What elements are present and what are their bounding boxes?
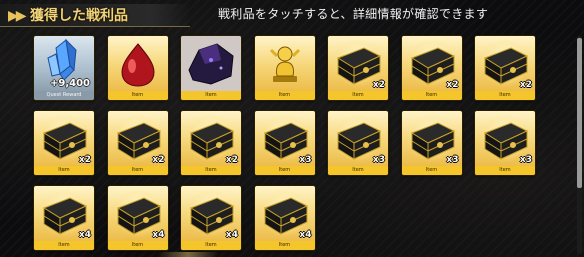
item-type-label: Item [352,92,364,98]
item-quantity: x3 [372,155,385,165]
loot-grid: Quest Reward +9,400 Item Item Item Item … [34,36,574,257]
item-quantity: x4 [78,230,91,240]
item-type-label: Item [131,242,144,248]
loot-item-dark-gem[interactable]: Item [181,36,241,100]
loot-item-chest[interactable]: Item x4 [34,186,94,250]
item-quantity: x2 [152,155,165,165]
double-chevron-icon: ▶▶ [8,8,26,24]
item-quantity: x4 [225,230,238,240]
item-type-label: Item [425,167,438,173]
loot-item-crystal[interactable]: Quest Reward +9,400 [34,36,94,100]
item-quantity: x3 [299,155,312,165]
item-quantity: x2 [519,80,532,90]
scrollbar-thumb[interactable] [577,38,582,188]
item-type-label: Item [205,167,217,173]
loot-item-chest[interactable]: Item x3 [475,111,535,175]
item-type-label: Item [278,92,291,98]
loot-item-chest[interactable]: Item x2 [181,111,241,175]
item-quantity: x2 [78,155,91,165]
tap-hint: 戦利品をタッチすると、詳細情報が確認できます [218,7,489,21]
item-quantity: x4 [152,230,165,240]
page-title: 獲得した戦利品 [30,8,128,24]
item-type-label: Item [352,167,364,173]
loot-item-chest[interactable]: Item x3 [254,111,315,175]
item-type-label: Item [499,167,511,173]
loot-item-chest[interactable]: Item x4 [181,186,241,250]
item-type-label: Item [58,167,70,173]
loot-item-chest[interactable]: Item x4 [107,186,168,250]
item-quantity: x3 [519,155,532,165]
red-drop-icon [108,36,168,91]
loot-item-chest[interactable]: Item x2 [107,111,168,175]
item-type-label: Quest Reward [46,92,82,98]
item-type-label: Item [58,242,70,248]
item-quantity: x2 [372,80,385,90]
item-type-label: Item [499,92,511,98]
loot-item-chest[interactable]: Item x2 [328,36,388,100]
bottom-ornament [158,252,218,257]
item-type-label: Item [131,167,144,173]
reward-amount: +9,400 [49,78,90,89]
gold-statue-icon [255,36,315,91]
item-type-label: Item [205,92,217,98]
loot-item-chest[interactable]: Item x3 [328,111,388,175]
item-quantity: x3 [446,155,459,165]
header-tab: ▶▶ 獲得した戦利品 [0,4,190,27]
item-type-label: Item [205,242,217,248]
loot-item-gold-statue[interactable]: Item [254,36,315,100]
loot-item-red-drop[interactable]: Item [107,36,168,100]
item-quantity: x2 [225,155,238,165]
item-type-label: Item [131,92,144,98]
loot-item-chest[interactable]: Item x4 [254,186,315,250]
dark-gem-icon [181,36,241,91]
item-quantity: x4 [299,230,312,240]
item-type-label: Item [425,92,438,98]
loot-item-chest[interactable]: Item x3 [401,111,462,175]
header: ▶▶ 獲得した戦利品 戦利品をタッチすると、詳細情報が確認できます [0,0,584,34]
item-quantity: x2 [446,80,459,90]
loot-item-chest[interactable]: Item x2 [401,36,462,100]
loot-item-chest[interactable]: Item x2 [475,36,535,100]
loot-item-chest[interactable]: Item x2 [34,111,94,175]
item-type-label: Item [278,242,291,248]
item-type-label: Item [278,167,291,173]
